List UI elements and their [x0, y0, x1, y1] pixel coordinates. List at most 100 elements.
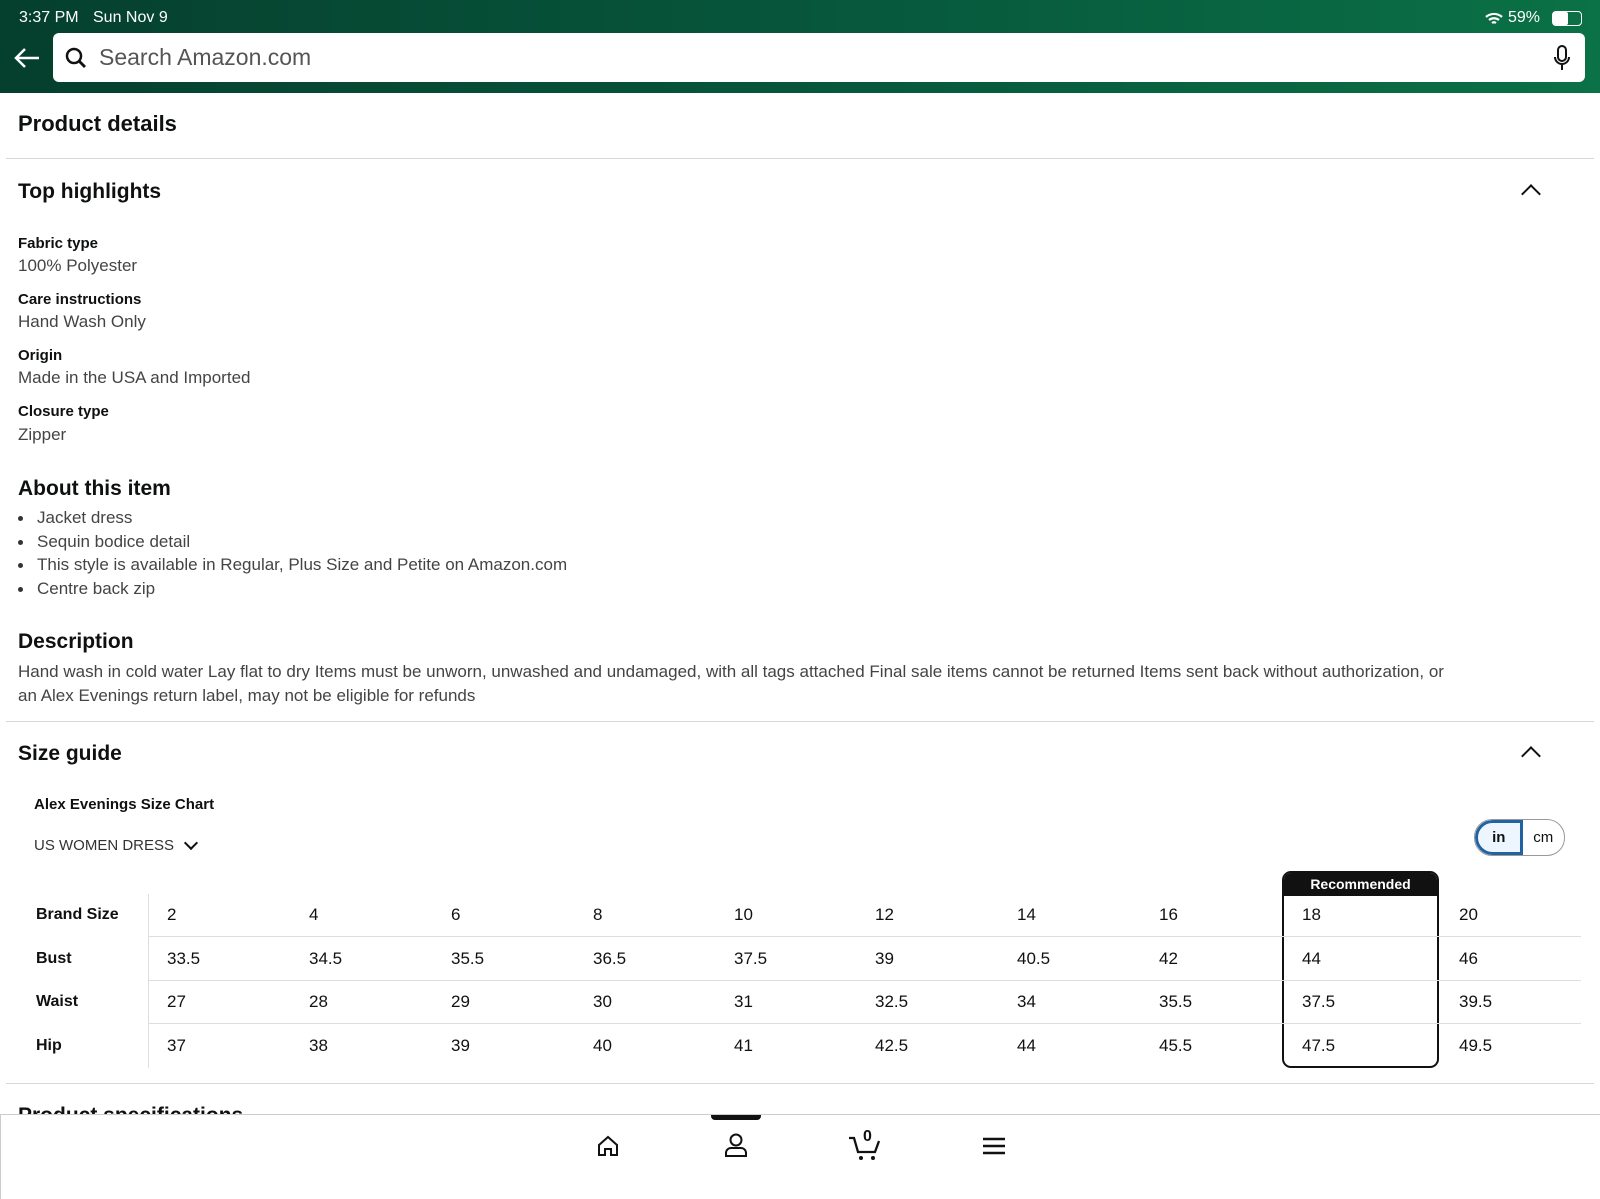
- status-time: 3:37 PM: [19, 9, 79, 26]
- bottom-nav: 0: [0, 1114, 1600, 1199]
- highlight-label: Fabric type: [18, 235, 99, 252]
- table-cell: 40.5: [1017, 949, 1051, 968]
- table-cell: 37.5: [734, 949, 768, 968]
- highlight-label: Closure type: [18, 403, 109, 420]
- search-input[interactable]: Search Amazon.com: [53, 33, 1585, 82]
- size-header-cell: 16: [1159, 905, 1178, 924]
- size-header-cell: 10: [734, 905, 753, 924]
- highlight-label: Origin: [18, 347, 63, 364]
- table-cell: 39: [451, 1036, 470, 1055]
- description-heading: Description: [18, 630, 134, 653]
- menu-icon[interactable]: [983, 1137, 1005, 1155]
- row-label: Waist: [36, 993, 79, 1010]
- size-header-cell: 2: [167, 905, 177, 924]
- list-item: Sequin bodice detail: [18, 532, 190, 552]
- list-item: This style is available in Regular, Plus…: [18, 555, 567, 575]
- row-label: Bust: [36, 950, 72, 967]
- highlight-value: Zipper: [18, 425, 67, 444]
- description-text: Hand wash in cold water Lay flat to dry …: [18, 662, 1444, 681]
- table-cell: 28: [309, 992, 328, 1011]
- bullet-icon: [18, 563, 23, 569]
- wifi-icon: [1485, 12, 1503, 24]
- table-cell: 49.5: [1459, 1036, 1493, 1055]
- row-divider: [148, 1023, 1581, 1024]
- page-title: Product details: [18, 111, 177, 136]
- table-cell: 41: [734, 1036, 753, 1055]
- size-chart-title: Alex Evenings Size Chart: [34, 796, 215, 813]
- highlight-label: Care instructions: [18, 291, 142, 308]
- row-label: Hip: [36, 1037, 62, 1054]
- table-cell: 44: [1017, 1036, 1036, 1055]
- table-cell: 36.5: [593, 949, 627, 968]
- top-highlights-heading: Top highlights: [18, 180, 162, 203]
- bullet-icon: [18, 540, 23, 546]
- table-cell: 42: [1159, 949, 1178, 968]
- row-label: Brand Size: [36, 906, 119, 923]
- size-guide-heading: Size guide: [18, 742, 122, 765]
- unit-in-button[interactable]: in: [1475, 820, 1523, 855]
- table-cell: 42.5: [875, 1036, 909, 1055]
- unit-cm-button[interactable]: cm: [1523, 820, 1565, 855]
- divider: [6, 1083, 1594, 1084]
- chevron-up-icon[interactable]: [1521, 746, 1541, 766]
- account-icon[interactable]: [724, 1132, 748, 1158]
- table-cell: 32.5: [875, 992, 909, 1011]
- row-divider: [148, 936, 1581, 937]
- table-cell: 45.5: [1159, 1036, 1193, 1055]
- table-divider: [148, 894, 149, 1068]
- table-cell: 37.5: [1302, 992, 1336, 1011]
- table-cell: 29: [451, 992, 470, 1011]
- table-cell: 44: [1302, 949, 1321, 968]
- battery-icon: [1552, 11, 1582, 26]
- battery-percent: 59%: [1508, 9, 1541, 26]
- highlight-value: Hand Wash Only: [18, 312, 146, 331]
- chevron-down-icon: [183, 835, 199, 851]
- search-placeholder: Search Amazon.com: [99, 44, 312, 70]
- list-item: Jacket dress: [18, 508, 132, 528]
- table-cell: 40: [593, 1036, 612, 1055]
- active-tab-indicator: [711, 1115, 761, 1120]
- table-cell: 35.5: [1159, 992, 1193, 1011]
- divider: [6, 158, 1594, 159]
- recommended-label: Recommended: [1284, 873, 1437, 896]
- status-date: Sun Nov 9: [93, 9, 168, 26]
- table-cell: 46: [1459, 949, 1478, 968]
- bullet-icon: [18, 587, 23, 593]
- row-divider: [148, 980, 1581, 981]
- table-cell: 27: [167, 992, 186, 1011]
- size-header-cell: 12: [875, 905, 894, 924]
- list-item: Centre back zip: [18, 579, 155, 599]
- home-icon[interactable]: [596, 1134, 620, 1158]
- table-cell: 35.5: [451, 949, 485, 968]
- table-cell: 34.5: [309, 949, 343, 968]
- size-header-cell: 8: [593, 905, 603, 924]
- size-header-cell: 4: [309, 905, 319, 924]
- table-cell: 33.5: [167, 949, 201, 968]
- divider: [6, 721, 1594, 722]
- table-cell: 38: [309, 1036, 328, 1055]
- region-dropdown[interactable]: US WOMEN DRESS: [34, 835, 199, 854]
- table-cell: 47.5: [1302, 1036, 1336, 1055]
- back-arrow-icon[interactable]: [13, 46, 41, 70]
- size-header-cell: 20: [1459, 905, 1478, 924]
- table-cell: 37: [167, 1036, 186, 1055]
- description-text: an Alex Evenings return label, may not b…: [18, 686, 476, 705]
- about-heading: About this item: [18, 477, 171, 500]
- chevron-up-icon[interactable]: [1521, 184, 1541, 204]
- size-header-cell: 14: [1017, 905, 1036, 924]
- size-header-cell: 6: [451, 905, 461, 924]
- cart-count: 0: [863, 1128, 872, 1145]
- table-cell: 34: [1017, 992, 1036, 1011]
- highlight-value: Made in the USA and Imported: [18, 368, 251, 387]
- table-cell: 39: [875, 949, 894, 968]
- table-cell: 31: [734, 992, 753, 1011]
- highlight-value: 100% Polyester: [18, 256, 138, 275]
- search-icon: [65, 47, 86, 68]
- microphone-icon[interactable]: [1553, 44, 1571, 71]
- header-bar: 3:37 PM Sun Nov 9 59% Search Amazon.com: [0, 0, 1600, 93]
- unit-toggle[interactable]: in cm: [1474, 819, 1565, 856]
- table-cell: 39.5: [1459, 992, 1493, 1011]
- table-cell: 30: [593, 992, 612, 1011]
- bullet-icon: [18, 516, 23, 522]
- size-header-cell: 18: [1302, 905, 1321, 924]
